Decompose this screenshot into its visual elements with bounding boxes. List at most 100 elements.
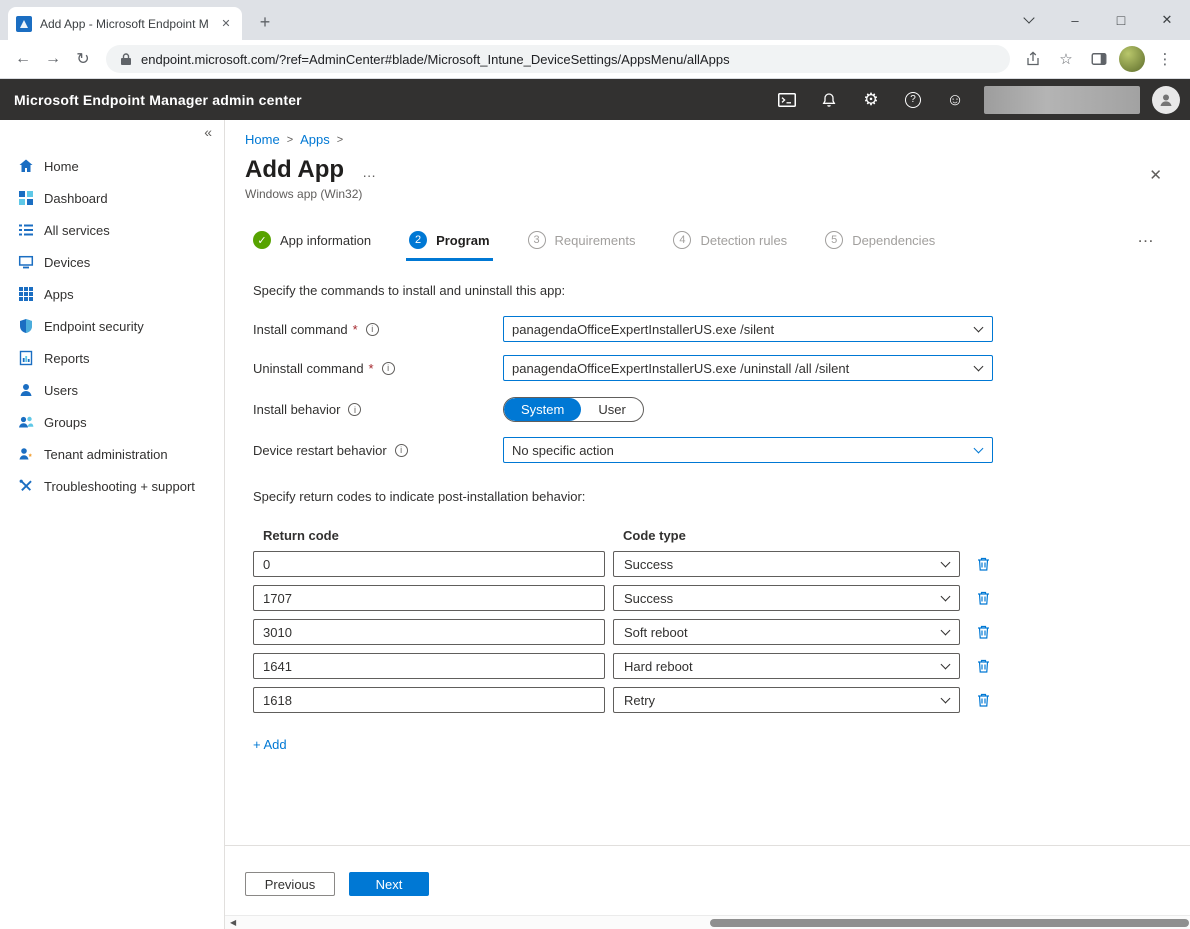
refresh-button[interactable]: ↻ xyxy=(70,46,96,72)
forward-button[interactable]: → xyxy=(40,46,66,72)
close-blade-icon[interactable]: ✕ xyxy=(1149,166,1162,184)
delete-row-trash-icon[interactable] xyxy=(974,657,992,675)
return-code-input[interactable] xyxy=(253,687,605,713)
delete-row-trash-icon[interactable] xyxy=(974,555,992,573)
info-icon[interactable]: i xyxy=(366,323,379,336)
sidebar-item-label: Groups xyxy=(44,415,87,430)
browser-profile-avatar[interactable] xyxy=(1119,46,1145,72)
settings-gear-icon[interactable]: ⚙ xyxy=(852,82,890,118)
delete-row-trash-icon[interactable] xyxy=(974,623,992,641)
browser-tab[interactable]: Add App - Microsoft Endpoint M ✕ xyxy=(8,7,242,40)
window-maximize-button[interactable]: □ xyxy=(1098,0,1144,40)
sidebar-item-users[interactable]: Users xyxy=(0,374,224,406)
window-close-button[interactable]: ✕ xyxy=(1144,0,1190,40)
sidebar-item-reports[interactable]: Reports xyxy=(0,342,224,374)
step-program[interactable]: 2 Program xyxy=(409,231,489,249)
title-row: Add App … xyxy=(245,156,1190,184)
help-icon[interactable]: ? xyxy=(894,82,932,118)
delete-row-trash-icon[interactable] xyxy=(974,589,992,607)
return-code-input[interactable] xyxy=(253,619,605,645)
add-return-code-link[interactable]: + Add xyxy=(253,737,287,752)
uninstall-command-combobox[interactable] xyxy=(503,355,993,381)
new-tab-button[interactable]: + xyxy=(252,10,278,36)
page-title: Add App xyxy=(245,156,344,184)
return-code-input[interactable] xyxy=(253,653,605,679)
breadcrumb-apps-link[interactable]: Apps xyxy=(300,132,330,147)
sidebar-item-devices[interactable]: Devices xyxy=(0,246,224,278)
previous-button[interactable]: Previous xyxy=(245,872,335,896)
step-app-information[interactable]: ✓ App information xyxy=(253,231,371,249)
code-type-dropdown[interactable]: Success xyxy=(613,551,960,577)
browser-menu-icon[interactable]: ⋮ xyxy=(1152,46,1178,72)
app-header-title[interactable]: Microsoft Endpoint Manager admin center xyxy=(0,92,302,108)
cloud-shell-icon[interactable] xyxy=(768,82,806,118)
sidebar-item-label: All services xyxy=(44,223,110,238)
delete-row-trash-icon[interactable] xyxy=(974,691,992,709)
side-panel-icon[interactable] xyxy=(1086,46,1112,72)
step-dependencies[interactable]: 5 Dependencies xyxy=(825,231,935,249)
sidebar-item-tenant-administration[interactable]: Tenant administration xyxy=(0,438,224,470)
signed-in-account-blurred[interactable] xyxy=(984,86,1140,114)
chevron-down-icon[interactable] xyxy=(974,444,984,454)
chevron-down-icon[interactable] xyxy=(941,626,951,636)
info-icon[interactable]: i xyxy=(382,362,395,375)
main-content: Home > Apps > Add App … ✕ Windows app (W… xyxy=(225,120,1190,929)
share-icon[interactable] xyxy=(1020,46,1046,72)
horizontal-scrollbar[interactable]: ◀ xyxy=(225,915,1190,929)
chevron-down-icon[interactable] xyxy=(974,323,984,333)
install-command-row: Install command * i xyxy=(253,316,1190,342)
steps-more-icon[interactable]: … xyxy=(1137,227,1156,247)
back-button[interactable]: ← xyxy=(10,46,36,72)
next-button[interactable]: Next xyxy=(349,872,429,896)
notifications-bell-icon[interactable] xyxy=(810,82,848,118)
feedback-icon[interactable]: ☺ xyxy=(936,82,974,118)
sidebar-item-endpoint-security[interactable]: Endpoint security xyxy=(0,310,224,342)
step-detection-rules[interactable]: 4 Detection rules xyxy=(673,231,787,249)
horizontal-scrollbar-thumb[interactable] xyxy=(710,919,1189,927)
install-behavior-user-option[interactable]: User xyxy=(581,398,642,421)
chevron-down-icon[interactable] xyxy=(941,694,951,704)
browser-tabstrip: Add App - Microsoft Endpoint M ✕ + – □ ✕ xyxy=(0,0,1190,40)
info-icon[interactable]: i xyxy=(348,403,361,416)
code-type-dropdown[interactable]: Soft reboot xyxy=(613,619,960,645)
chevron-down-icon[interactable] xyxy=(941,592,951,602)
address-bar[interactable]: endpoint.microsoft.com/?ref=AdminCenter#… xyxy=(106,45,1010,73)
chevron-down-icon[interactable] xyxy=(941,660,951,670)
required-marker: * xyxy=(353,322,358,337)
info-icon[interactable]: i xyxy=(395,444,408,457)
return-code-input[interactable] xyxy=(253,551,605,577)
sidebar-item-groups[interactable]: Groups xyxy=(0,406,224,438)
required-marker: * xyxy=(369,361,374,376)
step-number: 3 xyxy=(528,231,546,249)
sidebar-collapse-icon[interactable]: « xyxy=(204,124,212,140)
return-code-row: Success xyxy=(253,585,1190,611)
breadcrumb-home-link[interactable]: Home xyxy=(245,132,280,147)
step-requirements[interactable]: 3 Requirements xyxy=(528,231,636,249)
bookmark-star-icon[interactable]: ☆ xyxy=(1053,46,1079,72)
chevron-down-icon[interactable] xyxy=(941,558,951,568)
sidebar-item-all-services[interactable]: All services xyxy=(0,214,224,246)
sidebar-item-label: Dashboard xyxy=(44,191,108,206)
return-code-row: Retry xyxy=(253,687,1190,713)
window-minimize-button[interactable]: – xyxy=(1052,0,1098,40)
title-context-menu-icon[interactable]: … xyxy=(362,164,376,180)
sidebar-item-dashboard[interactable]: Dashboard xyxy=(0,182,224,214)
tab-search-caret-icon[interactable] xyxy=(1006,0,1052,40)
tab-close-icon[interactable]: ✕ xyxy=(218,16,234,32)
sidebar-item-apps[interactable]: Apps xyxy=(0,278,224,310)
code-type-dropdown[interactable]: Hard reboot xyxy=(613,653,960,679)
code-type-dropdown[interactable]: Success xyxy=(613,585,960,611)
return-code-input[interactable] xyxy=(253,585,605,611)
sidebar-item-troubleshooting-support[interactable]: Troubleshooting + support xyxy=(0,470,224,502)
install-command-combobox[interactable] xyxy=(503,316,993,342)
scroll-left-arrow-icon[interactable]: ◀ xyxy=(230,916,236,929)
endpoint-security-shield-icon xyxy=(18,318,34,334)
install-command-input[interactable] xyxy=(512,322,967,337)
install-behavior-system-option[interactable]: System xyxy=(504,398,581,421)
account-avatar[interactable] xyxy=(1152,86,1180,114)
chevron-down-icon[interactable] xyxy=(974,362,984,372)
sidebar-item-home[interactable]: Home xyxy=(0,150,224,182)
device-restart-dropdown[interactable]: No specific action xyxy=(503,437,993,463)
code-type-dropdown[interactable]: Retry xyxy=(613,687,960,713)
uninstall-command-input[interactable] xyxy=(512,361,967,376)
